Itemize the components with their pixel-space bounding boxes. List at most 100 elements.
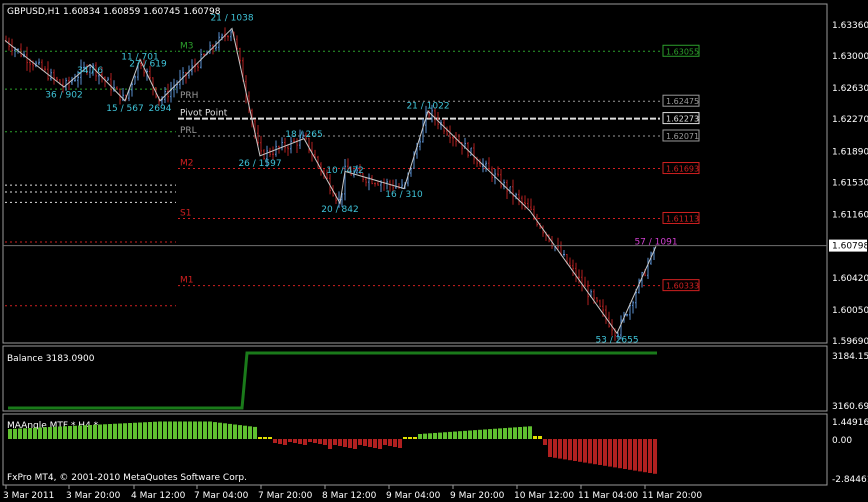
price-axis: 1.63360 1.63000 1.62630 1.62270 1.61890 1.615…: [3, 21, 868, 347]
histogram-bar: [283, 439, 287, 445]
histogram-bar: [238, 425, 242, 439]
histogram-bar: [48, 427, 52, 439]
level-tag: 1.60333: [666, 282, 699, 291]
histogram-bar: [13, 428, 17, 439]
histogram-bar: [183, 421, 187, 439]
histogram-bar: [578, 439, 582, 462]
histogram-bar: [353, 439, 357, 449]
level-label: M2: [180, 159, 194, 169]
histogram-bar: [198, 421, 202, 439]
price-tick-label: 1.63000: [832, 52, 868, 62]
level-tag: 1.62071: [666, 132, 699, 141]
price-tick-label: 1.60420: [832, 274, 868, 284]
balance-line: [8, 351, 657, 410]
level-label: S1: [180, 208, 191, 218]
histogram-bar: [188, 421, 192, 439]
histogram-bar: [158, 421, 162, 439]
histogram-bar: [608, 439, 612, 467]
histogram-bar: [298, 439, 302, 444]
histogram-bar: [473, 430, 477, 439]
indicator-axis-bottom: -2.84461: [832, 475, 868, 485]
histogram-bar: [43, 427, 47, 439]
histogram-bar: [348, 439, 352, 448]
histogram-bar: [233, 424, 237, 439]
histogram-bar: [328, 439, 332, 449]
histogram-bar: [448, 431, 452, 439]
time-tick-label: 11 Mar 04:00: [578, 491, 638, 501]
time-axis: 3 Mar 2011 3 Mar 20:00 4 Mar 12:00 7 Mar 04…: [3, 485, 702, 501]
zigzag-label: 26 / 1597: [238, 159, 281, 169]
histogram-bar: [273, 439, 277, 443]
time-tick-label: 7 Mar 04:00: [194, 491, 249, 501]
time-tick-label: 10 Mar 12:00: [514, 491, 574, 501]
histogram-bar: [278, 439, 282, 444]
histogram-bar: [218, 422, 222, 439]
histogram-bar: [293, 439, 297, 443]
time-tick-label: 8 Mar 12:00: [322, 491, 377, 501]
histogram-bar: [108, 424, 112, 439]
histogram-bar: [23, 428, 27, 439]
histogram-bar: [38, 427, 42, 439]
histogram-bar: [478, 429, 482, 439]
histogram-bar: [148, 422, 152, 439]
histogram-bar: [438, 432, 442, 439]
histogram-bar: [228, 423, 232, 439]
histogram-bar: [83, 425, 87, 439]
zigzag-label: 10 / 472: [326, 166, 363, 176]
histogram-bar: [458, 431, 462, 439]
histogram-bar: [518, 427, 522, 439]
histogram-bar: [558, 439, 562, 459]
histogram-bar: [113, 423, 117, 439]
histogram-bar: [93, 424, 97, 439]
histogram-bar: [488, 429, 492, 439]
histogram-bar: [548, 439, 552, 457]
histogram-bar: [163, 421, 167, 439]
time-tick-label: 9 Mar 20:00: [450, 491, 505, 501]
level-label: M1: [180, 276, 194, 286]
histogram-bar: [173, 421, 177, 439]
histogram-bar: [168, 421, 172, 439]
histogram-bar: [333, 439, 337, 445]
current-price-label: 1.60798: [832, 242, 868, 252]
histogram-bar: [318, 439, 322, 444]
chart-header: GBPUSD,H1 1.60834 1.60859 1.60745 1.6079…: [7, 7, 221, 17]
histogram-bar: [413, 437, 417, 439]
price-tick-label: 1.63360: [832, 21, 868, 31]
histogram-bar: [63, 426, 67, 439]
zigzag-label: 53 / 2655: [595, 336, 638, 346]
histogram-bar: [508, 427, 512, 439]
histogram-bar: [588, 439, 592, 464]
histogram-bar: [553, 439, 557, 458]
time-tick-label: 9 Mar 04:00: [386, 491, 441, 501]
histogram-bar: [373, 439, 377, 448]
histogram-bar: [613, 439, 617, 468]
histogram-bar: [503, 428, 507, 439]
histogram-bar: [393, 439, 397, 447]
histogram-bar: [73, 425, 77, 439]
time-tick-label: 3 Mar 2011: [3, 491, 54, 501]
zigzag-label: 16 / 310: [385, 190, 423, 200]
histogram-bar: [288, 439, 292, 442]
level-label: PRL: [180, 126, 197, 136]
histogram-bar: [528, 426, 532, 439]
histogram-bar: [68, 426, 72, 439]
mt4-chart[interactable]: M3 1.63055 PRH 1.62475 Pivot Point 1.62273 PRL…: [0, 0, 868, 502]
zigzag-label: 2694: [149, 104, 172, 114]
histogram-bar: [653, 439, 657, 474]
histogram-bar: [638, 439, 642, 472]
histogram-bar: [428, 433, 432, 439]
histogram-bar: [343, 439, 347, 447]
histogram-bar: [98, 424, 102, 439]
histogram-bar: [563, 439, 567, 460]
balance-axis-bottom: 3160.69: [832, 402, 868, 412]
histogram-bar: [618, 439, 622, 469]
histogram-bar: [258, 437, 262, 439]
histogram-bar: [153, 421, 157, 439]
histogram-bar: [383, 439, 387, 445]
histogram-bar: [398, 439, 402, 448]
histogram-bar: [133, 422, 137, 439]
histogram-bar: [78, 425, 82, 439]
price-tick-label: 1.61160: [832, 210, 868, 220]
histogram-bar: [628, 439, 632, 470]
histogram-bar: [103, 424, 107, 439]
